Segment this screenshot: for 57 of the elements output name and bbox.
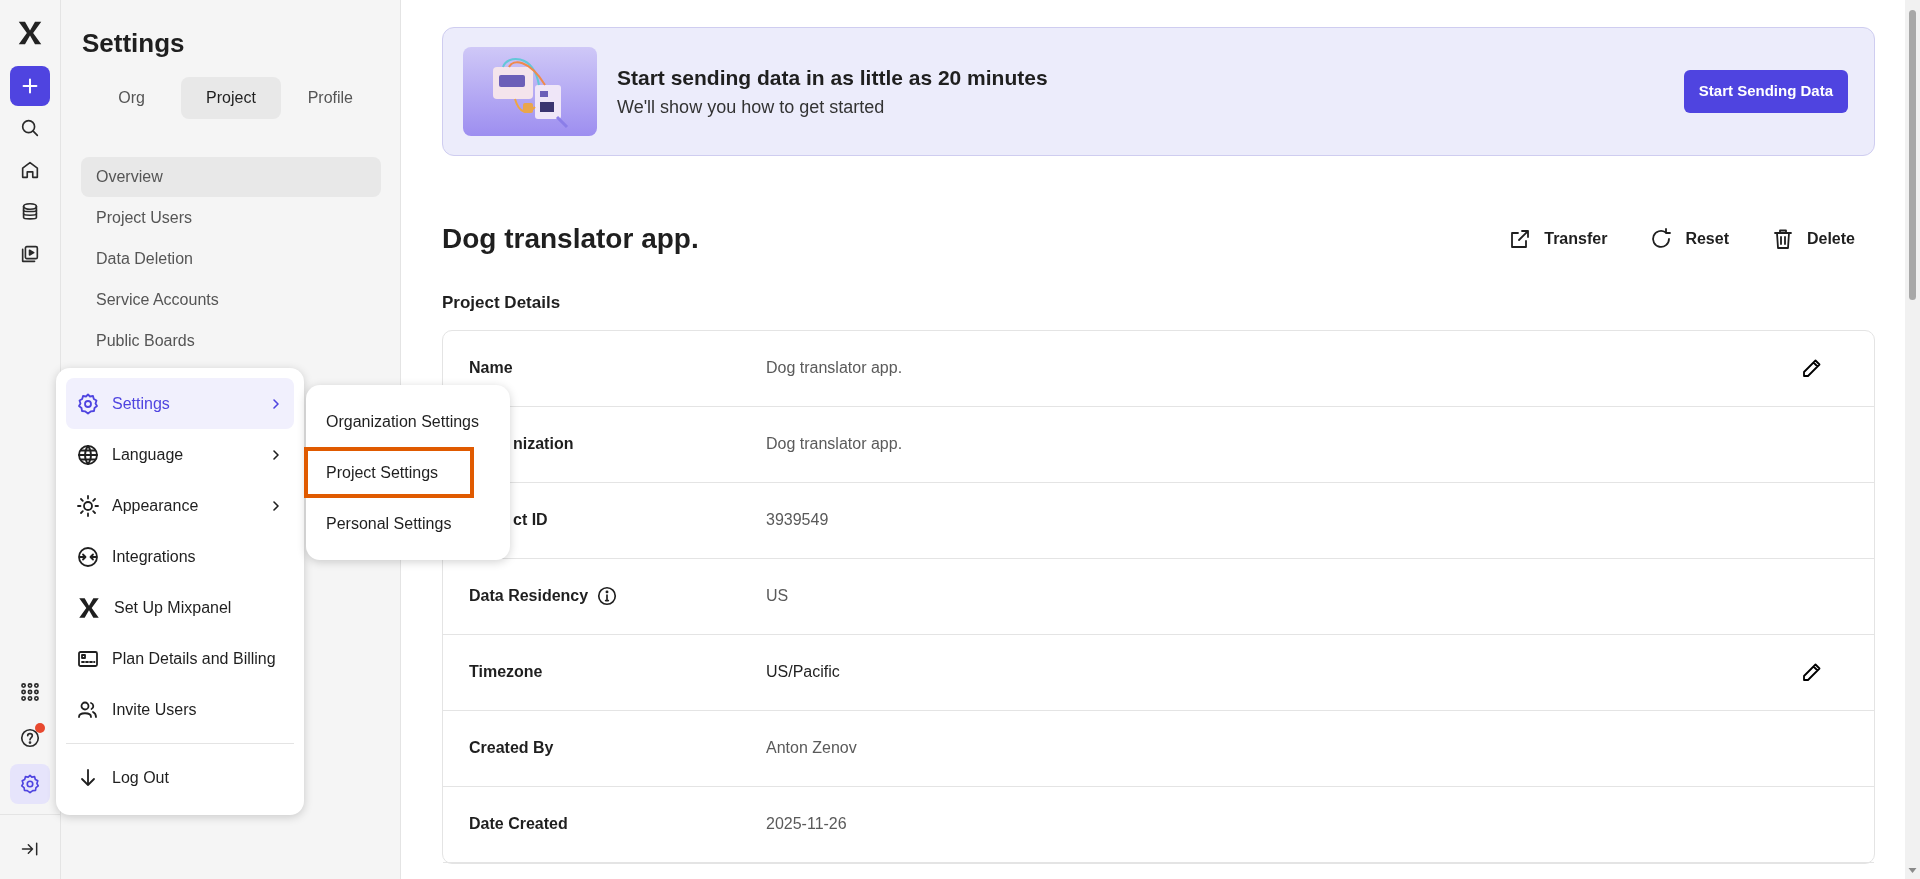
submenu-item[interactable]: Personal Settings [306,498,510,549]
settings-tab[interactable]: Project [181,77,281,119]
menu-item[interactable]: Appearance [66,480,294,531]
home-icon [19,159,41,181]
sidebar-item[interactable]: Project Users [81,198,381,238]
menu-item[interactable]: Invite Users [66,684,294,735]
start-sending-button[interactable]: Start Sending Data [1683,70,1848,113]
settings-button[interactable] [10,764,50,804]
sidebar-title: Settings [82,27,186,60]
menu-item[interactable]: Language [66,429,294,480]
scrollbar[interactable] [1905,0,1920,879]
row-value: 2025-11-26 [766,814,848,834]
section-title: Project Details [442,292,562,314]
sun-icon [76,493,100,518]
row-value: 3939549 [766,510,830,530]
row-label: Created By [469,738,554,758]
help-icon [19,727,41,749]
row-label: Date Created [469,814,568,834]
row-label: ct ID [513,510,548,530]
project-title: Dog translator app. [442,222,700,256]
row-value: Anton Zenov [766,738,858,758]
search-icon [19,117,41,139]
menu-item[interactable]: Settings [66,378,294,429]
row-label: Timezone [469,662,543,682]
row-label: Name [469,358,513,378]
menu-item[interactable]: Log Out [66,752,294,803]
row-value: US/Pacific [766,662,841,682]
row-label: nization [513,434,574,454]
settings-icon [19,773,41,795]
reset-button[interactable]: Reset [1639,221,1739,257]
sidebar-item[interactable]: Service Accounts [81,280,381,320]
transfer-button[interactable]: Transfer [1498,221,1618,257]
collapse-icon [20,839,40,859]
settings-icon [76,391,100,416]
sidebar-item[interactable]: Data Deletion [81,239,381,279]
settings-tab[interactable]: Org [82,77,182,119]
grid-icon [19,681,41,703]
menu-item[interactable]: Integrations [66,531,294,582]
add-button[interactable] [10,66,50,106]
row-value: Dog translator app. [766,434,904,454]
menu-item[interactable]: Set Up Mixpanel [66,582,294,633]
menu-item[interactable]: Plan Details and Billing [66,633,294,684]
reset-icon [1649,227,1674,251]
banner-subtitle: We'll show you how to get started [617,95,886,119]
integrations-icon [76,544,100,569]
row-value: Dog translator app. [766,358,904,378]
delete-button[interactable]: Delete [1760,221,1865,257]
sidebar-item[interactable]: Public Boards [81,321,381,361]
submenu-item[interactable]: Organization Settings [306,396,510,447]
sidebar-item[interactable]: Overview [81,157,381,197]
settings-tab[interactable]: Profile [280,77,380,119]
play-icon [19,243,41,265]
row-label: Data Residency [469,586,589,606]
submenu-item[interactable]: Project Settings [304,447,474,498]
row-value: US [766,586,790,606]
banner-title: Start sending data in as little as 20 minutes [617,65,1049,92]
globe-icon [76,442,100,467]
